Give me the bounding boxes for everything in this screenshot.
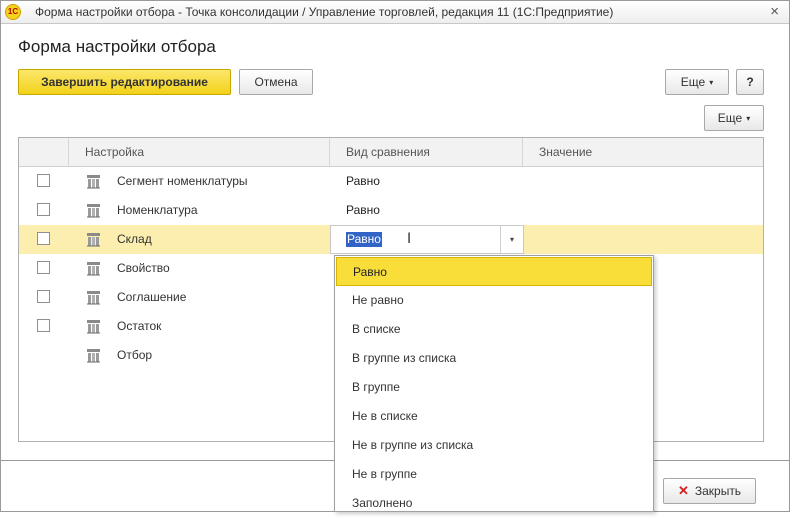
row-checkbox[interactable] xyxy=(37,232,50,245)
row-comparison[interactable]: Равно xyxy=(346,196,380,225)
dropdown-option-in-list[interactable]: В списке xyxy=(336,315,652,344)
more-button-label: Еще xyxy=(680,75,706,89)
dropdown-option-filled[interactable]: Заполнено xyxy=(336,489,652,518)
table-row[interactable]: Сегмент номенклатуры Равно xyxy=(19,167,763,196)
row-setting-name: Сегмент номенклатуры xyxy=(117,174,248,188)
comparison-dropdown-list: Равно Не равно В списке В группе из спис… xyxy=(334,255,654,512)
row-setting-name: Остаток xyxy=(117,319,162,333)
dropdown-option-not-in-group-from-list[interactable]: Не в группе из списка xyxy=(336,431,652,460)
chevron-down-icon: ▾ xyxy=(709,77,714,87)
dropdown-option-in-group[interactable]: В группе xyxy=(336,373,652,402)
filter-field-icon xyxy=(87,204,100,218)
table-header: Настройка Вид сравнения Значение xyxy=(19,138,763,167)
table-row[interactable]: Номенклатура Равно xyxy=(19,196,763,225)
dropdown-button[interactable]: ▾ xyxy=(500,226,523,253)
page-title: Форма настройки отбора xyxy=(18,37,216,56)
cancel-button[interactable]: Отмена xyxy=(239,69,313,95)
row-checkbox[interactable] xyxy=(37,174,50,187)
window-close-icon[interactable]: × xyxy=(770,3,779,20)
title-bar: 1С Форма настройки отбора - Точка консол… xyxy=(1,1,789,24)
more-button[interactable]: Еще ▾ xyxy=(665,69,729,95)
close-button[interactable]: ✕ Закрыть xyxy=(663,478,756,504)
filter-field-icon xyxy=(87,291,100,305)
column-header-comparison[interactable]: Вид сравнения xyxy=(330,138,523,166)
table-more-button-label: Еще xyxy=(717,111,743,125)
filter-group-icon xyxy=(87,349,100,363)
table-more-button[interactable]: Еще ▾ xyxy=(704,105,764,131)
row-setting-name: Склад xyxy=(117,232,152,246)
close-button-label: Закрыть xyxy=(694,484,742,498)
text-cursor-icon: I xyxy=(407,231,412,247)
row-setting-name: Соглашение xyxy=(117,290,187,304)
close-icon: ✕ xyxy=(677,483,689,498)
row-checkbox[interactable] xyxy=(37,290,50,303)
row-setting-name: Свойство xyxy=(117,261,170,275)
dropdown-option-not-in-list[interactable]: Не в списке xyxy=(336,402,652,431)
dropdown-option-not-in-group[interactable]: Не в группе xyxy=(336,460,652,489)
dropdown-option-equal[interactable]: Равно xyxy=(336,257,652,286)
table-row-selected[interactable]: Склад Равно I ▾ xyxy=(19,225,763,254)
row-setting-name: Номенклатура xyxy=(117,203,198,217)
filter-field-icon xyxy=(87,262,100,276)
filter-field-icon xyxy=(87,320,100,334)
help-button[interactable]: ? xyxy=(736,69,764,95)
column-header-value[interactable]: Значение xyxy=(523,138,763,166)
row-checkbox[interactable] xyxy=(37,203,50,216)
row-comparison[interactable]: Равно xyxy=(346,167,380,196)
dropdown-option-not-equal[interactable]: Не равно xyxy=(336,286,652,315)
row-setting-name: Отбор xyxy=(117,348,153,362)
row-checkbox[interactable] xyxy=(37,261,50,274)
window-title: Форма настройки отбора - Точка консолида… xyxy=(35,5,614,19)
app-1c-icon: 1С xyxy=(5,4,21,20)
filter-field-icon xyxy=(87,175,100,189)
row-checkbox[interactable] xyxy=(37,319,50,332)
chevron-down-icon: ▾ xyxy=(746,113,751,123)
comparison-editor-value[interactable]: Равно xyxy=(346,232,382,247)
filter-field-icon xyxy=(87,233,100,247)
comparison-editor-field[interactable]: Равно I ▾ xyxy=(330,225,524,254)
dropdown-option-in-group-from-list[interactable]: В группе из списка xyxy=(336,344,652,373)
column-header-setting[interactable]: Настройка xyxy=(69,138,330,166)
finish-editing-button[interactable]: Завершить редактирование xyxy=(18,69,231,95)
column-header-check[interactable] xyxy=(19,138,69,166)
